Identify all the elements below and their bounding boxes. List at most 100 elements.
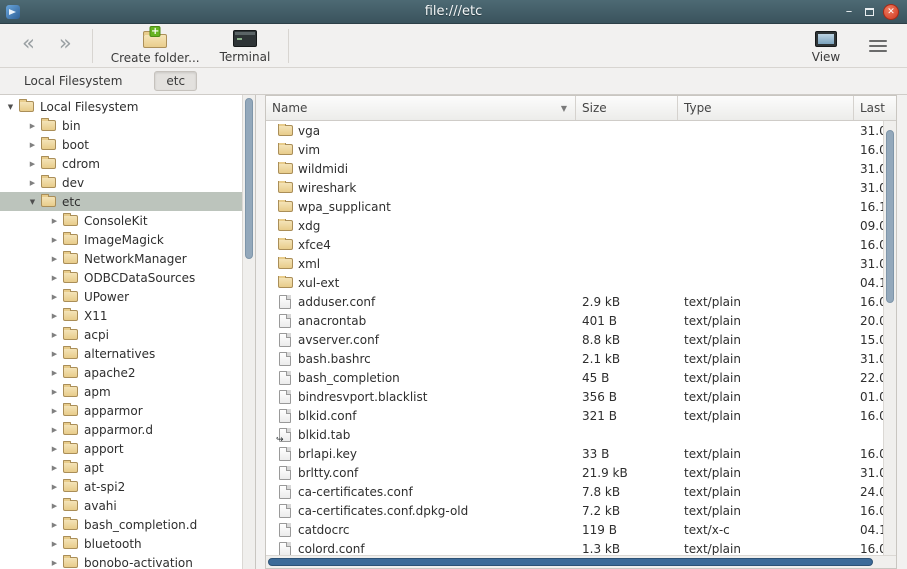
file-row-brltty-conf[interactable]: brltty.conf21.9 kBtext/plain31.0 — [266, 463, 896, 482]
expander-collapsed-icon[interactable]: ▶ — [48, 483, 61, 491]
tree-item-alternatives[interactable]: ▶alternatives — [0, 344, 242, 363]
file-name-cell: bash_completion — [266, 371, 576, 385]
file-row-bash-completion[interactable]: bash_completion45 Btext/plain22.0 — [266, 368, 896, 387]
file-row-blkid-conf[interactable]: blkid.conf321 Btext/plain16.0 — [266, 406, 896, 425]
file-row-bash-bashrc[interactable]: bash.bashrc2.1 kBtext/plain31.0 — [266, 349, 896, 368]
file-row-xfce4[interactable]: xfce416.0 — [266, 235, 896, 254]
expander-expanded-icon[interactable]: ▼ — [4, 103, 17, 111]
create-folder-button[interactable]: + Create folder... — [101, 25, 210, 67]
column-header-type[interactable]: Type — [678, 96, 854, 120]
expander-collapsed-icon[interactable]: ▶ — [48, 540, 61, 548]
tree-item-bin[interactable]: ▶bin — [0, 116, 242, 135]
file-row-blkid-tab[interactable]: ↪blkid.tab — [266, 425, 896, 444]
tree-item-bash-completion-d[interactable]: ▶bash_completion.d — [0, 515, 242, 534]
expander-collapsed-icon[interactable]: ▶ — [48, 312, 61, 320]
tree-item-dev[interactable]: ▶dev — [0, 173, 242, 192]
expander-collapsed-icon[interactable]: ▶ — [48, 521, 61, 529]
file-row-catdocrc[interactable]: catdocrc119 Btext/x-c04.1 — [266, 520, 896, 539]
column-header-last-modified[interactable]: Last — [854, 96, 896, 120]
expander-collapsed-icon[interactable]: ▶ — [48, 217, 61, 225]
expander-collapsed-icon[interactable]: ▶ — [48, 350, 61, 358]
file-row-xul-ext[interactable]: xul-ext04.1 — [266, 273, 896, 292]
file-row-ca-certificates-conf[interactable]: ca-certificates.conf7.8 kBtext/plain24.0 — [266, 482, 896, 501]
forward-button[interactable]: » — [47, 29, 84, 62]
file-list-horizontal-scrollbar[interactable] — [266, 555, 896, 568]
tree-item-acpi[interactable]: ▶acpi — [0, 325, 242, 344]
tree-item-apm[interactable]: ▶apm — [0, 382, 242, 401]
expander-collapsed-icon[interactable]: ▶ — [48, 369, 61, 377]
expander-collapsed-icon[interactable]: ▶ — [48, 388, 61, 396]
expander-collapsed-icon[interactable]: ▶ — [48, 331, 61, 339]
expander-expanded-icon[interactable]: ▼ — [26, 198, 39, 206]
path-item-etc[interactable]: etc — [154, 71, 197, 91]
tree-item-boot[interactable]: ▶boot — [0, 135, 242, 154]
tree-item-apt[interactable]: ▶apt — [0, 458, 242, 477]
file-row-anacrontab[interactable]: anacrontab401 Btext/plain20.0 — [266, 311, 896, 330]
tree-item-apparmor[interactable]: ▶apparmor — [0, 401, 242, 420]
tree-item-bluetooth[interactable]: ▶bluetooth — [0, 534, 242, 553]
file-row-xdg[interactable]: xdg09.0 — [266, 216, 896, 235]
tree-item-x11[interactable]: ▶X11 — [0, 306, 242, 325]
file-row-adduser-conf[interactable]: adduser.conf2.9 kBtext/plain16.0 — [266, 292, 896, 311]
file-name-cell: xfce4 — [266, 238, 576, 252]
sidebar-vertical-scrollbar[interactable] — [242, 95, 255, 569]
menu-button[interactable] — [853, 34, 897, 58]
tree-item-apache2[interactable]: ▶apache2 — [0, 363, 242, 382]
path-item-local-filesystem[interactable]: Local Filesystem — [12, 71, 134, 91]
expander-collapsed-icon[interactable]: ▶ — [48, 293, 61, 301]
tree-item-odbcdatasources[interactable]: ▶ODBCDataSources — [0, 268, 242, 287]
tree-item-networkmanager[interactable]: ▶NetworkManager — [0, 249, 242, 268]
tree-item-imagemagick[interactable]: ▶ImageMagick — [0, 230, 242, 249]
expander-collapsed-icon[interactable]: ▶ — [48, 274, 61, 282]
expander-collapsed-icon[interactable]: ▶ — [48, 445, 61, 453]
tree-item-local-filesystem[interactable]: ▼Local Filesystem — [0, 97, 242, 116]
tree-item-cdrom[interactable]: ▶cdrom — [0, 154, 242, 173]
view-button[interactable]: View — [799, 26, 853, 66]
expander-collapsed-icon[interactable]: ▶ — [26, 179, 39, 187]
folder-icon — [63, 367, 78, 378]
tree-item-upower[interactable]: ▶UPower — [0, 287, 242, 306]
terminal-button[interactable]: Terminal — [210, 25, 281, 66]
expander-collapsed-icon[interactable]: ▶ — [26, 141, 39, 149]
tree-item-avahi[interactable]: ▶avahi — [0, 496, 242, 515]
tree-item-consolekit[interactable]: ▶ConsoleKit — [0, 211, 242, 230]
file-row-colord-conf[interactable]: colord.conf1.3 kBtext/plain16.0 — [266, 539, 896, 555]
maximize-button[interactable] — [865, 8, 874, 16]
titlebar[interactable]: file:///etc – ✕ — [0, 0, 907, 24]
expander-collapsed-icon[interactable]: ▶ — [48, 407, 61, 415]
expander-collapsed-icon[interactable]: ▶ — [48, 255, 61, 263]
file-list-scrollbar-thumb[interactable] — [886, 130, 894, 304]
expander-collapsed-icon[interactable]: ▶ — [48, 502, 61, 510]
expander-collapsed-icon[interactable]: ▶ — [26, 122, 39, 130]
minimize-button[interactable]: – — [842, 5, 856, 19]
folder-icon — [278, 144, 293, 155]
file-row-vga[interactable]: vga31.0 — [266, 121, 896, 140]
file-row-avserver-conf[interactable]: avserver.conf8.8 kBtext/plain15.0 — [266, 330, 896, 349]
file-row-brlapi-key[interactable]: brlapi.key33 Btext/plain16.0 — [266, 444, 896, 463]
expander-collapsed-icon[interactable]: ▶ — [48, 236, 61, 244]
file-row-wireshark[interactable]: wireshark31.0 — [266, 178, 896, 197]
column-header-name[interactable]: Name ▼ — [266, 96, 576, 120]
tree-item-apport[interactable]: ▶apport — [0, 439, 242, 458]
expander-collapsed-icon[interactable]: ▶ — [48, 426, 61, 434]
tree-item-apparmor-d[interactable]: ▶apparmor.d — [0, 420, 242, 439]
horizontal-scrollbar-thumb[interactable] — [268, 558, 873, 566]
expander-collapsed-icon[interactable]: ▶ — [48, 464, 61, 472]
column-header-size[interactable]: Size — [576, 96, 678, 120]
expander-collapsed-icon[interactable]: ▶ — [48, 559, 61, 567]
close-button[interactable]: ✕ — [883, 4, 899, 20]
file-row-vim[interactable]: vim16.0 — [266, 140, 896, 159]
file-row-ca-certificates-conf-dpkg-old[interactable]: ca-certificates.conf.dpkg-old7.2 kBtext/… — [266, 501, 896, 520]
file-row-wildmidi[interactable]: wildmidi31.0 — [266, 159, 896, 178]
tree-item-at-spi2[interactable]: ▶at-spi2 — [0, 477, 242, 496]
file-row-xml[interactable]: xml31.0 — [266, 254, 896, 273]
file-row-bindresvport-blacklist[interactable]: bindresvport.blacklist356 Btext/plain01.… — [266, 387, 896, 406]
sidebar-scrollbar-thumb[interactable] — [245, 98, 253, 259]
expander-collapsed-icon[interactable]: ▶ — [26, 160, 39, 168]
back-button[interactable]: « — [10, 29, 47, 62]
file-row-wpa-supplicant[interactable]: wpa_supplicant16.1 — [266, 197, 896, 216]
folder-icon — [63, 557, 78, 568]
tree-item-bonobo-activation[interactable]: ▶bonobo-activation — [0, 553, 242, 569]
file-list-vertical-scrollbar[interactable] — [883, 121, 896, 555]
tree-item-etc[interactable]: ▼etc — [0, 192, 242, 211]
